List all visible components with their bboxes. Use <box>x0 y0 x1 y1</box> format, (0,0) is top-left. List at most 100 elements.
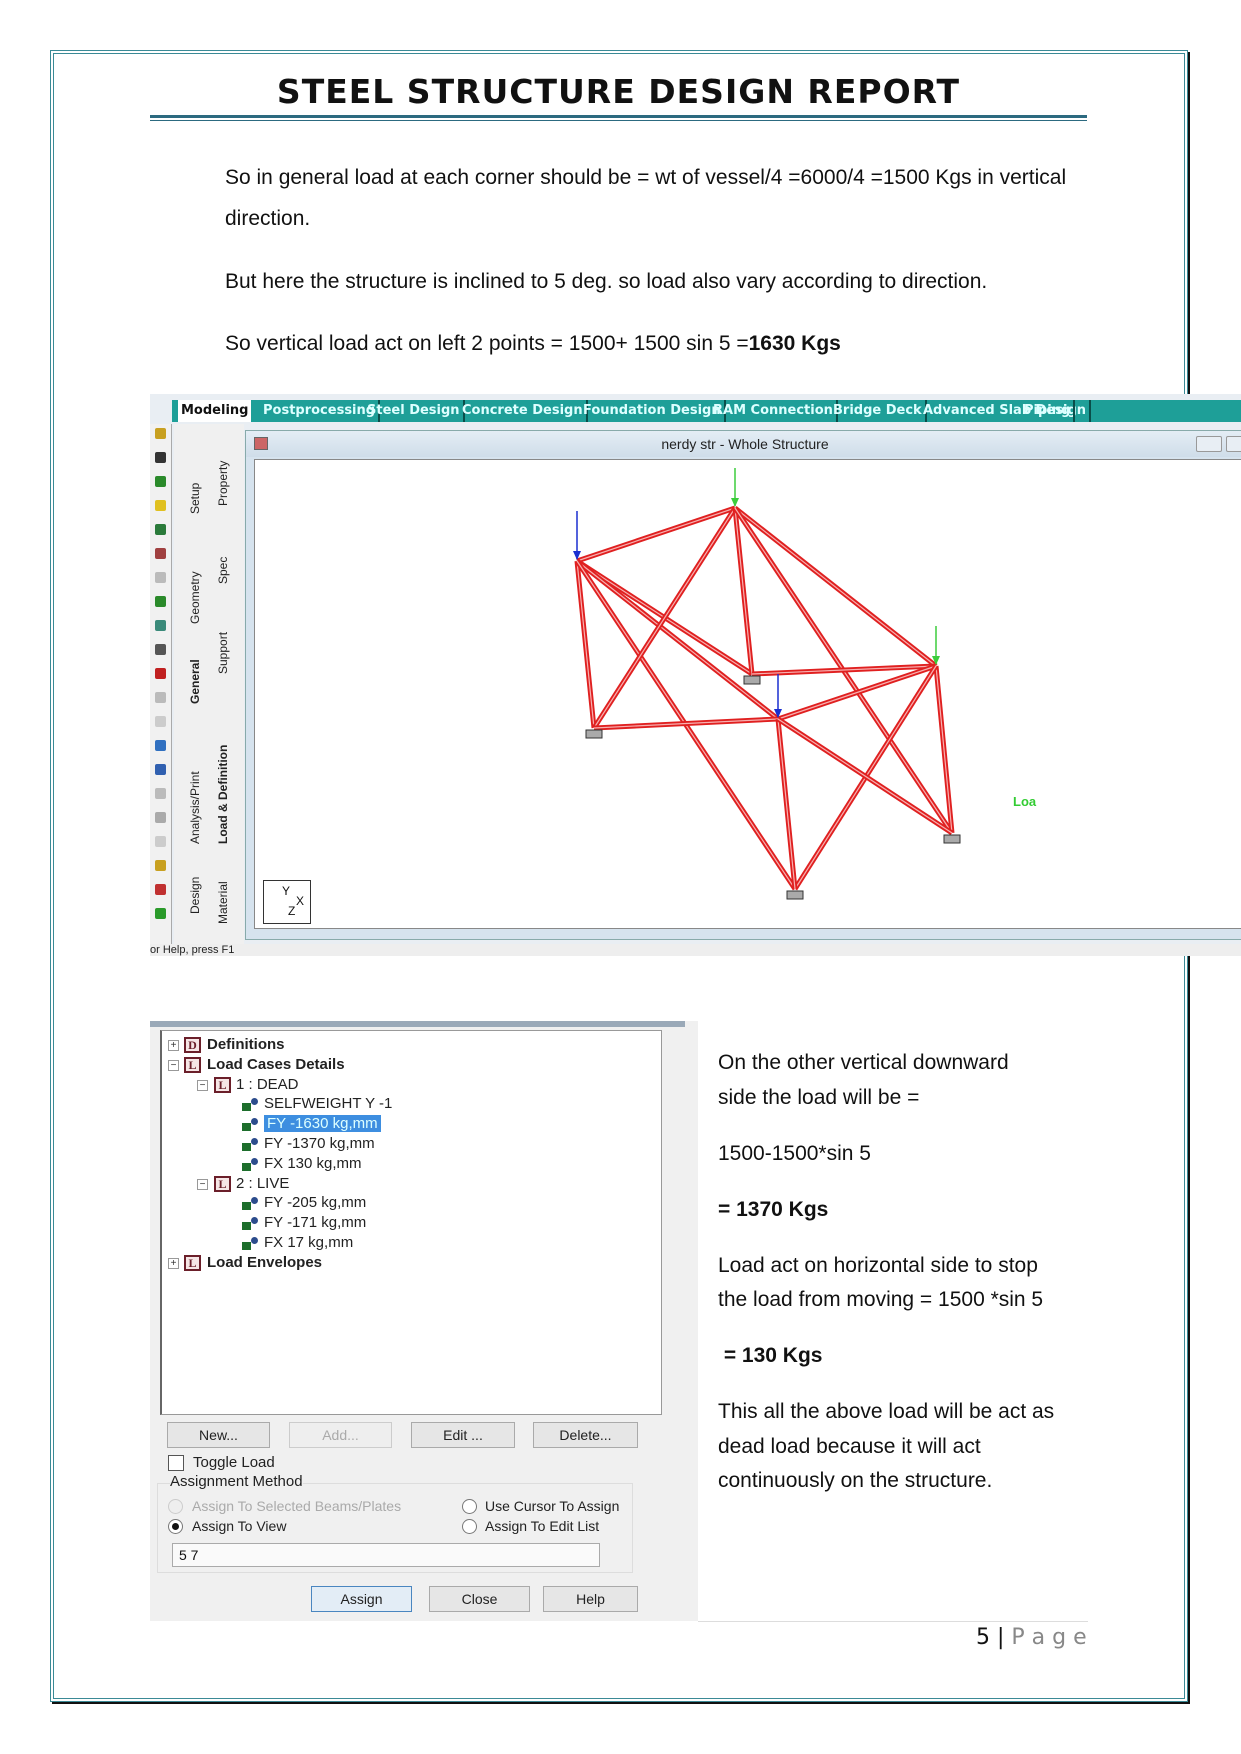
toolbar-icon[interactable] <box>155 428 166 439</box>
ribbon-tab-piping[interactable]: Piping <box>1021 400 1076 422</box>
toolbar-icon[interactable] <box>155 692 166 703</box>
toolbar-icon[interactable] <box>155 836 166 847</box>
new-button[interactable]: New... <box>167 1422 270 1448</box>
edit-button[interactable]: Edit ... <box>411 1422 515 1448</box>
toolbar-icon[interactable] <box>155 812 166 823</box>
add-button[interactable]: Add... <box>289 1422 392 1448</box>
collapse-icon[interactable]: − <box>197 1079 208 1091</box>
tree-item[interactable]: Load Cases Details <box>207 1055 345 1075</box>
side-tab-design[interactable]: Design <box>188 877 202 914</box>
tree-item[interactable]: Load Envelopes <box>207 1253 322 1273</box>
edit-list-field[interactable]: 5 7 <box>172 1543 600 1567</box>
toolbar-icon[interactable] <box>155 884 166 895</box>
side-tab-material[interactable]: Material <box>216 881 230 924</box>
tree-item[interactable]: SELFWEIGHT Y -1 <box>264 1094 392 1114</box>
delete-button[interactable]: Delete... <box>533 1422 638 1448</box>
expand-icon[interactable]: + <box>168 1257 179 1269</box>
toolbar-icon[interactable] <box>155 500 166 511</box>
load-tree[interactable]: Definitions + D Load Cases Details − L 1 : DEA… <box>160 1030 662 1415</box>
collapse-icon[interactable]: − <box>168 1059 179 1071</box>
help-button[interactable]: Help <box>543 1586 638 1612</box>
side-tab-support[interactable]: Support <box>216 632 230 674</box>
ribbon-tab-ram-connection[interactable]: RAM Connection <box>710 400 838 422</box>
page-separator: | <box>997 1625 1005 1650</box>
toolbar-icon[interactable] <box>155 860 166 871</box>
assign-button[interactable]: Assign <box>311 1586 412 1612</box>
right-text-line: dead load because it will act <box>718 1435 981 1458</box>
collapse-icon[interactable]: − <box>197 1178 208 1190</box>
tree-item-label: SELFWEIGHT Y -1 <box>264 1095 393 1113</box>
ribbon-tab-steel-design[interactable]: Steel Design <box>364 400 465 422</box>
radio-assign-view[interactable] <box>168 1519 183 1534</box>
side-tab-general[interactable]: General <box>188 659 202 704</box>
radio-use-cursor[interactable] <box>462 1499 477 1514</box>
footer-rule <box>698 1621 1088 1622</box>
expand-icon[interactable]: + <box>168 1040 179 1051</box>
ribbon-tab-foundation-design[interactable]: Foundation Design <box>580 400 726 422</box>
side-label: Loa <box>1013 794 1037 809</box>
side-tab-load-definition[interactable]: Load & Definition <box>216 745 230 844</box>
load-dialog: Definitions + D Load Cases Details − L 1 : DEA… <box>150 1021 698 1621</box>
toolbar-icon[interactable] <box>155 716 166 727</box>
toolbar-icon[interactable] <box>155 668 166 679</box>
load-item-icon <box>242 1237 258 1250</box>
tree-item[interactable]: 1 : DEAD <box>236 1075 299 1095</box>
side-tab-spec[interactable]: Spec <box>216 557 230 584</box>
side-tab-property[interactable]: Property <box>216 461 230 506</box>
toolbar-icon[interactable] <box>155 524 166 535</box>
side-tab-geometry[interactable]: Geometry <box>188 571 202 624</box>
paragraph-bold: 1630 Kgs <box>748 332 841 355</box>
tree-item-label: FY -1370 kg,mm <box>264 1135 375 1152</box>
support-icon <box>786 890 804 900</box>
tree-item[interactable]: 2 : LIVE <box>236 1174 289 1194</box>
side-tab-setup[interactable]: Setup <box>188 483 202 514</box>
toolbar-icon[interactable] <box>155 548 166 559</box>
right-text-line: = 1370 Kgs <box>718 1198 829 1221</box>
radio-edit-list[interactable] <box>462 1519 477 1534</box>
assignment-method-label: Assignment Method <box>170 1473 303 1490</box>
window-icon <box>254 437 268 450</box>
toolbar-icon[interactable] <box>155 452 166 463</box>
toolbar-icon[interactable] <box>155 572 166 583</box>
toolbar-icon[interactable] <box>155 740 166 751</box>
right-text-line: This all the above load will be act as <box>718 1400 1055 1423</box>
toggle-load-checkbox[interactable] <box>168 1455 184 1471</box>
toolbar-icon[interactable] <box>155 620 166 631</box>
ribbon-tab-bridge-deck[interactable]: Bridge Deck <box>830 400 927 422</box>
tree-item[interactable]: FY -171 kg,mm <box>264 1213 366 1233</box>
tree-item-label: Definitions <box>207 1036 285 1053</box>
toolbar-icon[interactable] <box>155 764 166 775</box>
title-underline <box>150 115 1087 121</box>
minimize-button[interactable] <box>1196 436 1222 452</box>
tree-item[interactable]: FX 17 kg,mm <box>264 1233 353 1253</box>
tree-item-label: Load Cases Details <box>207 1055 345 1073</box>
load-category-icon: L <box>184 1056 201 1073</box>
side-tab-analysis-print[interactable]: Analysis/Print <box>188 771 202 844</box>
tree-item[interactable]: FX 130 kg,mm <box>264 1154 362 1174</box>
toolbar-icon[interactable] <box>155 788 166 799</box>
close-button[interactable]: Close <box>429 1586 530 1612</box>
staad-screenshot: Modeling Postprocessing Steel Design Concre… <box>150 394 1241 956</box>
ribbon-tab-concrete-design[interactable]: Concrete Design <box>459 400 588 422</box>
structure-canvas[interactable]: Y X Z <box>254 459 1241 929</box>
restore-button[interactable] <box>1226 436 1241 452</box>
support-icon <box>743 675 761 685</box>
tree-item[interactable]: FY -1370 kg,mm <box>264 1134 375 1154</box>
tree-item-label: FY -205 kg,mm <box>264 1194 367 1212</box>
toolbar-icon[interactable] <box>155 644 166 655</box>
paragraph: So vertical load act on left 2 points = … <box>225 332 841 356</box>
tree-item[interactable]: Definitions <box>207 1035 285 1055</box>
tree-item[interactable]: FY -1630 kg,mm <box>264 1114 381 1134</box>
ribbon-tab-postprocessing[interactable]: Postprocessing <box>260 400 381 422</box>
toolbar-icon[interactable] <box>155 476 166 487</box>
tree-item-label: FX 17 kg,mm <box>264 1234 354 1251</box>
tree-item-label: Load Envelopes <box>207 1253 323 1271</box>
load-item-icon <box>242 1157 258 1171</box>
ribbon-tab-modeling[interactable]: Modeling <box>178 400 252 422</box>
radio-use-cursor-label: Use Cursor To Assign <box>485 1498 620 1514</box>
tree-item[interactable]: FY -205 kg,mm <box>264 1193 366 1213</box>
toolbar-icon[interactable] <box>155 596 166 607</box>
radio-assign-selected[interactable] <box>168 1499 183 1514</box>
toolbar-icon[interactable] <box>155 908 166 919</box>
right-text-line: the load from moving = 1500 *sin 5 <box>718 1288 1044 1311</box>
